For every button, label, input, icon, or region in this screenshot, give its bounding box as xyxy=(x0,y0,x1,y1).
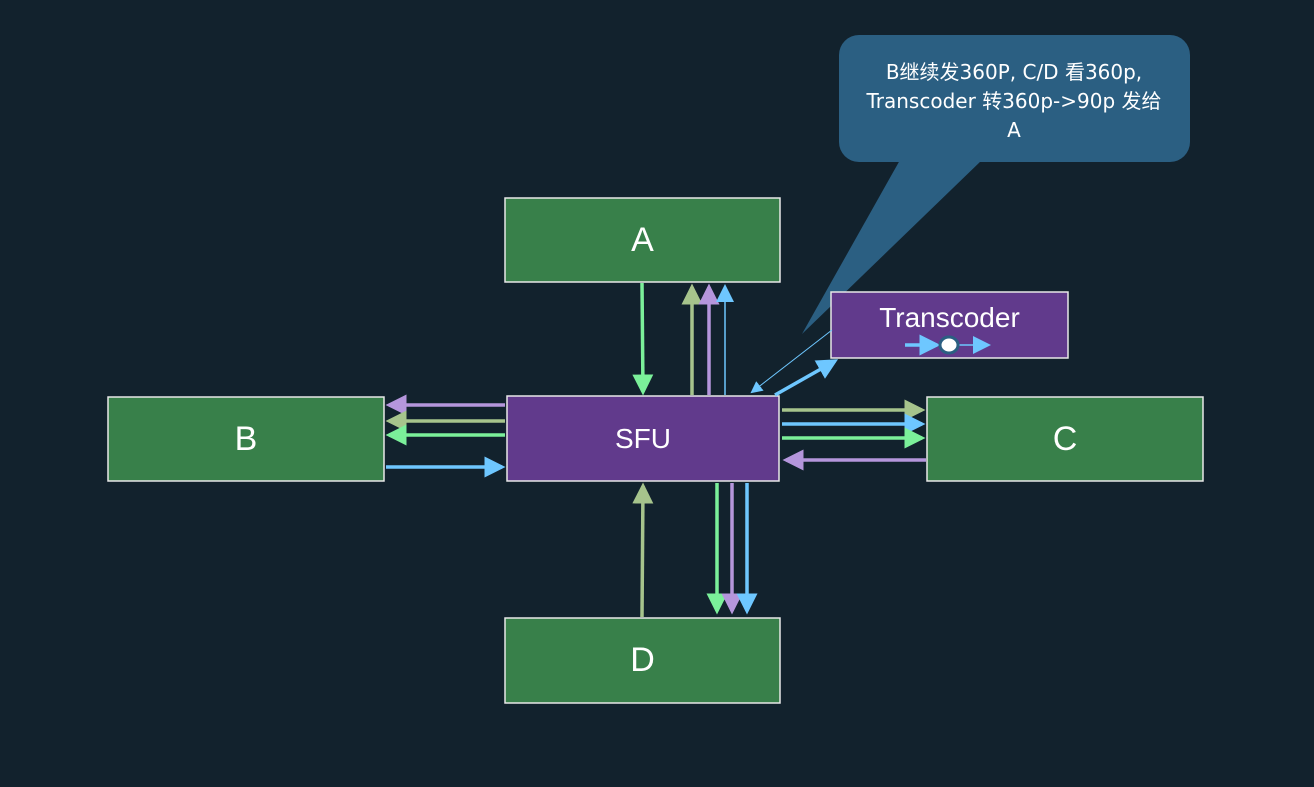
node-a-box xyxy=(504,197,781,283)
arrow-sfu-to-transcoder-blue xyxy=(774,359,839,397)
arrow-d-to-sfu-olive xyxy=(632,482,654,618)
node-c-box xyxy=(926,396,1204,482)
node-d-box xyxy=(504,617,781,704)
callout-line-2: Transcoder 转360p->90p 发给 xyxy=(866,89,1162,113)
sfu-box xyxy=(506,395,780,482)
arrow-transcoder-to-sfu-blue xyxy=(750,329,833,394)
arrow-a-to-sfu-green xyxy=(632,282,654,396)
diagram-canvas: A B C D SFU Transcoder B继续发360P, C/D 看36… xyxy=(0,0,1314,782)
node-b-box xyxy=(107,396,385,482)
callout-line-3: A xyxy=(1007,118,1021,142)
callout-text: B继续发360P, C/D 看360p, Transcoder 转360p->9… xyxy=(846,58,1182,145)
callout-line-1: B继续发360P, C/D 看360p, xyxy=(885,60,1143,84)
